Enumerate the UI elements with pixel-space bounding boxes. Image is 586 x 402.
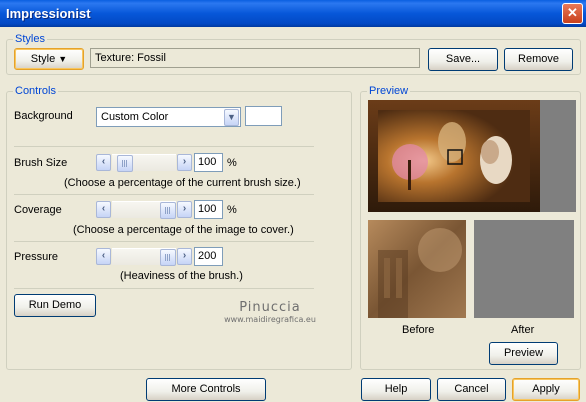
brush-size-unit: % xyxy=(227,157,237,169)
background-select[interactable]: Custom Color ▼ xyxy=(96,107,241,127)
after-label: After xyxy=(511,324,535,336)
background-label: Background xyxy=(14,110,73,122)
pressure-slider[interactable]: ‹ › xyxy=(96,248,192,266)
coverage-label: Coverage xyxy=(14,204,62,216)
before-preview xyxy=(368,220,466,318)
apply-button-label: Apply xyxy=(532,383,560,395)
chevron-left-icon[interactable]: ‹ xyxy=(96,154,111,171)
coverage-slider[interactable]: ‹ › xyxy=(96,201,192,219)
close-button[interactable]: ✕ xyxy=(562,3,583,24)
style-button-label: Style xyxy=(30,53,56,65)
brush-size-label: Brush Size xyxy=(14,157,68,169)
pressure-hint: (Heaviness of the brush.) xyxy=(120,270,243,282)
chevron-down-icon[interactable]: ▼ xyxy=(224,109,239,126)
brush-size-input[interactable]: 100 xyxy=(194,153,223,172)
watermark-name: Pinuccia xyxy=(239,300,301,315)
coverage-hint: (Choose a percentage of the image to cov… xyxy=(73,224,294,236)
remove-button-label: Remove xyxy=(518,53,559,65)
dropdown-arrow-icon: ▼ xyxy=(58,54,68,64)
title-bar[interactable]: Impressionist ✕ xyxy=(0,0,586,27)
custom-color-swatch[interactable] xyxy=(245,106,282,126)
more-controls-button-label: More Controls xyxy=(171,383,241,395)
pressure-label: Pressure xyxy=(14,251,59,263)
save-button-label: Save... xyxy=(445,53,481,65)
window-title: Impressionist xyxy=(6,6,91,21)
before-label: Before xyxy=(402,324,435,336)
preview-button-label: Preview xyxy=(503,347,544,359)
remove-button[interactable]: Remove xyxy=(504,48,573,71)
chevron-left-icon[interactable]: ‹ xyxy=(96,248,111,265)
chevron-right-icon[interactable]: › xyxy=(177,154,192,171)
preview-artwork xyxy=(368,100,576,212)
coverage-unit: % xyxy=(227,204,237,216)
separator xyxy=(14,288,314,289)
texture-field: Texture: Fossil xyxy=(90,48,420,68)
style-button[interactable]: Style ▼ xyxy=(14,48,84,70)
pressure-input[interactable]: 200 xyxy=(194,247,223,266)
background-select-value: Custom Color xyxy=(101,111,169,123)
pressure-value: 200 xyxy=(198,250,217,262)
preview-image[interactable] xyxy=(368,100,576,212)
save-button[interactable]: Save... xyxy=(428,48,498,71)
chevron-right-icon[interactable]: › xyxy=(177,248,192,265)
styles-legend: Styles xyxy=(13,33,47,45)
help-button-label: Help xyxy=(384,383,408,395)
texture-value: Texture: Fossil xyxy=(95,52,166,64)
before-artwork xyxy=(378,228,462,318)
watermark-url: www.maidiregrafica.eu xyxy=(224,315,316,324)
separator xyxy=(14,146,314,147)
watermark: Pinuccia www.maidiregrafica.eu xyxy=(205,300,335,324)
after-preview xyxy=(474,220,574,318)
chevron-right-icon[interactable]: › xyxy=(177,201,192,218)
separator xyxy=(14,241,314,242)
brush-size-value: 100 xyxy=(198,156,217,168)
brush-size-slider[interactable]: ‹ › xyxy=(96,154,192,172)
controls-legend: Controls xyxy=(13,85,58,97)
close-icon: ✕ xyxy=(567,5,578,20)
pressure-thumb[interactable] xyxy=(160,249,176,266)
preview-button[interactable]: Preview xyxy=(489,342,558,365)
cancel-button-label: Cancel xyxy=(454,383,489,395)
apply-button[interactable]: Apply xyxy=(512,378,580,401)
run-demo-button[interactable]: Run Demo xyxy=(14,294,96,317)
separator xyxy=(14,194,314,195)
help-button[interactable]: Help xyxy=(361,378,431,401)
preview-legend: Preview xyxy=(367,85,411,97)
pressure-track[interactable] xyxy=(112,248,176,266)
more-controls-button[interactable]: More Controls xyxy=(146,378,266,401)
coverage-input[interactable]: 100 xyxy=(194,200,223,219)
run-demo-button-label: Run Demo xyxy=(28,299,82,311)
brush-size-thumb[interactable] xyxy=(117,155,133,172)
brush-size-hint: (Choose a percentage of the current brus… xyxy=(64,177,301,189)
cancel-button[interactable]: Cancel xyxy=(437,378,506,401)
chevron-left-icon[interactable]: ‹ xyxy=(96,201,111,218)
coverage-thumb[interactable] xyxy=(160,202,176,219)
coverage-track[interactable] xyxy=(112,201,176,219)
brush-size-track[interactable] xyxy=(112,154,176,172)
coverage-value: 100 xyxy=(198,203,217,215)
